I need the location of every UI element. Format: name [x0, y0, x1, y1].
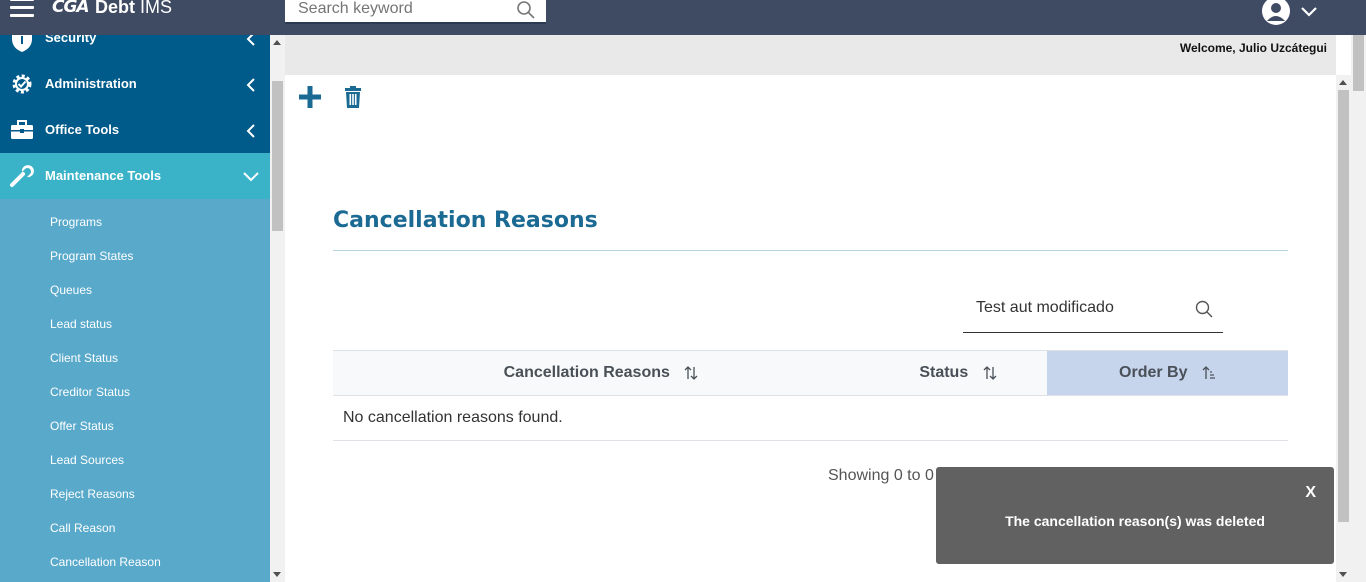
sidebar-group-maintenance-tools[interactable]: Maintenance Tools	[0, 153, 270, 199]
user-avatar-icon[interactable]	[1261, 0, 1291, 26]
column-header-status[interactable]: Status	[869, 350, 1047, 396]
chevron-left-icon	[246, 35, 255, 46]
add-icon[interactable]	[297, 84, 323, 110]
welcome-text: Welcome, Julio Uzcátegui	[1179, 41, 1327, 55]
logo-mark: CGA	[52, 0, 90, 17]
cancellation-reasons-table: Cancellation Reasons Status Order By No …	[333, 350, 1288, 441]
sort-icon	[983, 365, 997, 380]
global-search	[285, 0, 546, 24]
sidebar-scrollbar[interactable]	[270, 35, 285, 582]
chevron-left-icon	[246, 78, 255, 92]
table-filter	[963, 290, 1223, 333]
scroll-down-arrow-icon[interactable]	[273, 572, 281, 577]
sidebar-group-label: Security	[45, 35, 97, 45]
chevron-down-icon	[243, 172, 259, 182]
search-input[interactable]	[285, 0, 505, 20]
shield-icon	[12, 35, 32, 52]
sort-icon	[684, 365, 698, 380]
sidebar-group-security[interactable]: Security	[0, 35, 270, 61]
sidebar-group-administration[interactable]: Administration	[0, 61, 270, 107]
filter-input[interactable]	[963, 290, 1173, 326]
sidebar-item-offer-status[interactable]: Offer Status	[0, 409, 270, 443]
scrollbar-thumb[interactable]	[1338, 90, 1349, 522]
sidebar-item-cancellation-reason[interactable]: Cancellation Reason	[0, 545, 270, 579]
sidebar-item-lead-sources[interactable]: Lead Sources	[0, 443, 270, 477]
page-scrollbar[interactable]	[1351, 35, 1366, 582]
scrollbar-thumb[interactable]	[272, 81, 283, 231]
app-name: Debt IMS	[95, 0, 173, 17]
column-header-order-by[interactable]: Order By	[1047, 350, 1288, 396]
pagination-summary: Showing 0 to 0	[828, 467, 934, 484]
sidebar-group-office-tools[interactable]: Office Tools	[0, 107, 270, 153]
table-row: No cancellation reasons found.	[333, 395, 1288, 441]
chevron-down-icon[interactable]	[1300, 6, 1318, 18]
sidebar-item-reject-reasons[interactable]: Reject Reasons	[0, 477, 270, 511]
search-icon[interactable]	[1195, 300, 1213, 318]
main-scrollbar[interactable]	[1336, 75, 1351, 582]
scroll-down-arrow-icon[interactable]	[1339, 572, 1347, 577]
welcome-bar: Welcome, Julio Uzcátegui	[285, 35, 1336, 75]
empty-message: No cancellation reasons found.	[333, 395, 1288, 441]
top-bar: CGA Debt IMS	[0, 0, 1366, 35]
sidebar: Security Administration Office Tools Mai…	[0, 35, 270, 582]
sidebar-group-label: Maintenance Tools	[45, 168, 162, 183]
toast-message: The cancellation reason(s) was deleted	[1005, 513, 1265, 529]
hamburger-menu-icon[interactable]	[10, 0, 34, 22]
scrollbar-thumb[interactable]	[1353, 35, 1364, 91]
sidebar-group-label: Office Tools	[45, 122, 120, 137]
sidebar-item-call-reason[interactable]: Call Reason	[0, 511, 270, 545]
title-divider	[333, 250, 1288, 251]
chevron-left-icon	[246, 124, 255, 138]
maintenance-submenu: Programs Program States Queues Lead stat…	[0, 199, 270, 579]
sidebar-item-creditor-status[interactable]: Creditor Status	[0, 375, 270, 409]
scroll-up-arrow-icon[interactable]	[1339, 80, 1347, 85]
briefcase-icon	[11, 120, 33, 139]
column-header-cancellation-reasons[interactable]: Cancellation Reasons	[333, 350, 869, 396]
wrench-icon	[10, 165, 34, 187]
sidebar-item-queues[interactable]: Queues	[0, 273, 270, 307]
gear-icon	[12, 74, 32, 94]
sidebar-group-label: Administration	[45, 76, 137, 91]
toast-close-button[interactable]: X	[1305, 484, 1316, 502]
search-icon[interactable]	[516, 0, 536, 20]
toast-notification: X The cancellation reason(s) was deleted	[936, 467, 1334, 564]
sidebar-item-client-status[interactable]: Client Status	[0, 341, 270, 375]
sidebar-item-lead-status[interactable]: Lead status	[0, 307, 270, 341]
sort-ascending-icon	[1202, 365, 1215, 379]
trash-icon[interactable]	[342, 85, 364, 109]
sidebar-item-program-states[interactable]: Program States	[0, 239, 270, 273]
page-title: Cancellation Reasons	[333, 208, 598, 233]
scroll-up-arrow-icon[interactable]	[273, 40, 281, 45]
sidebar-item-programs[interactable]: Programs	[0, 205, 270, 239]
